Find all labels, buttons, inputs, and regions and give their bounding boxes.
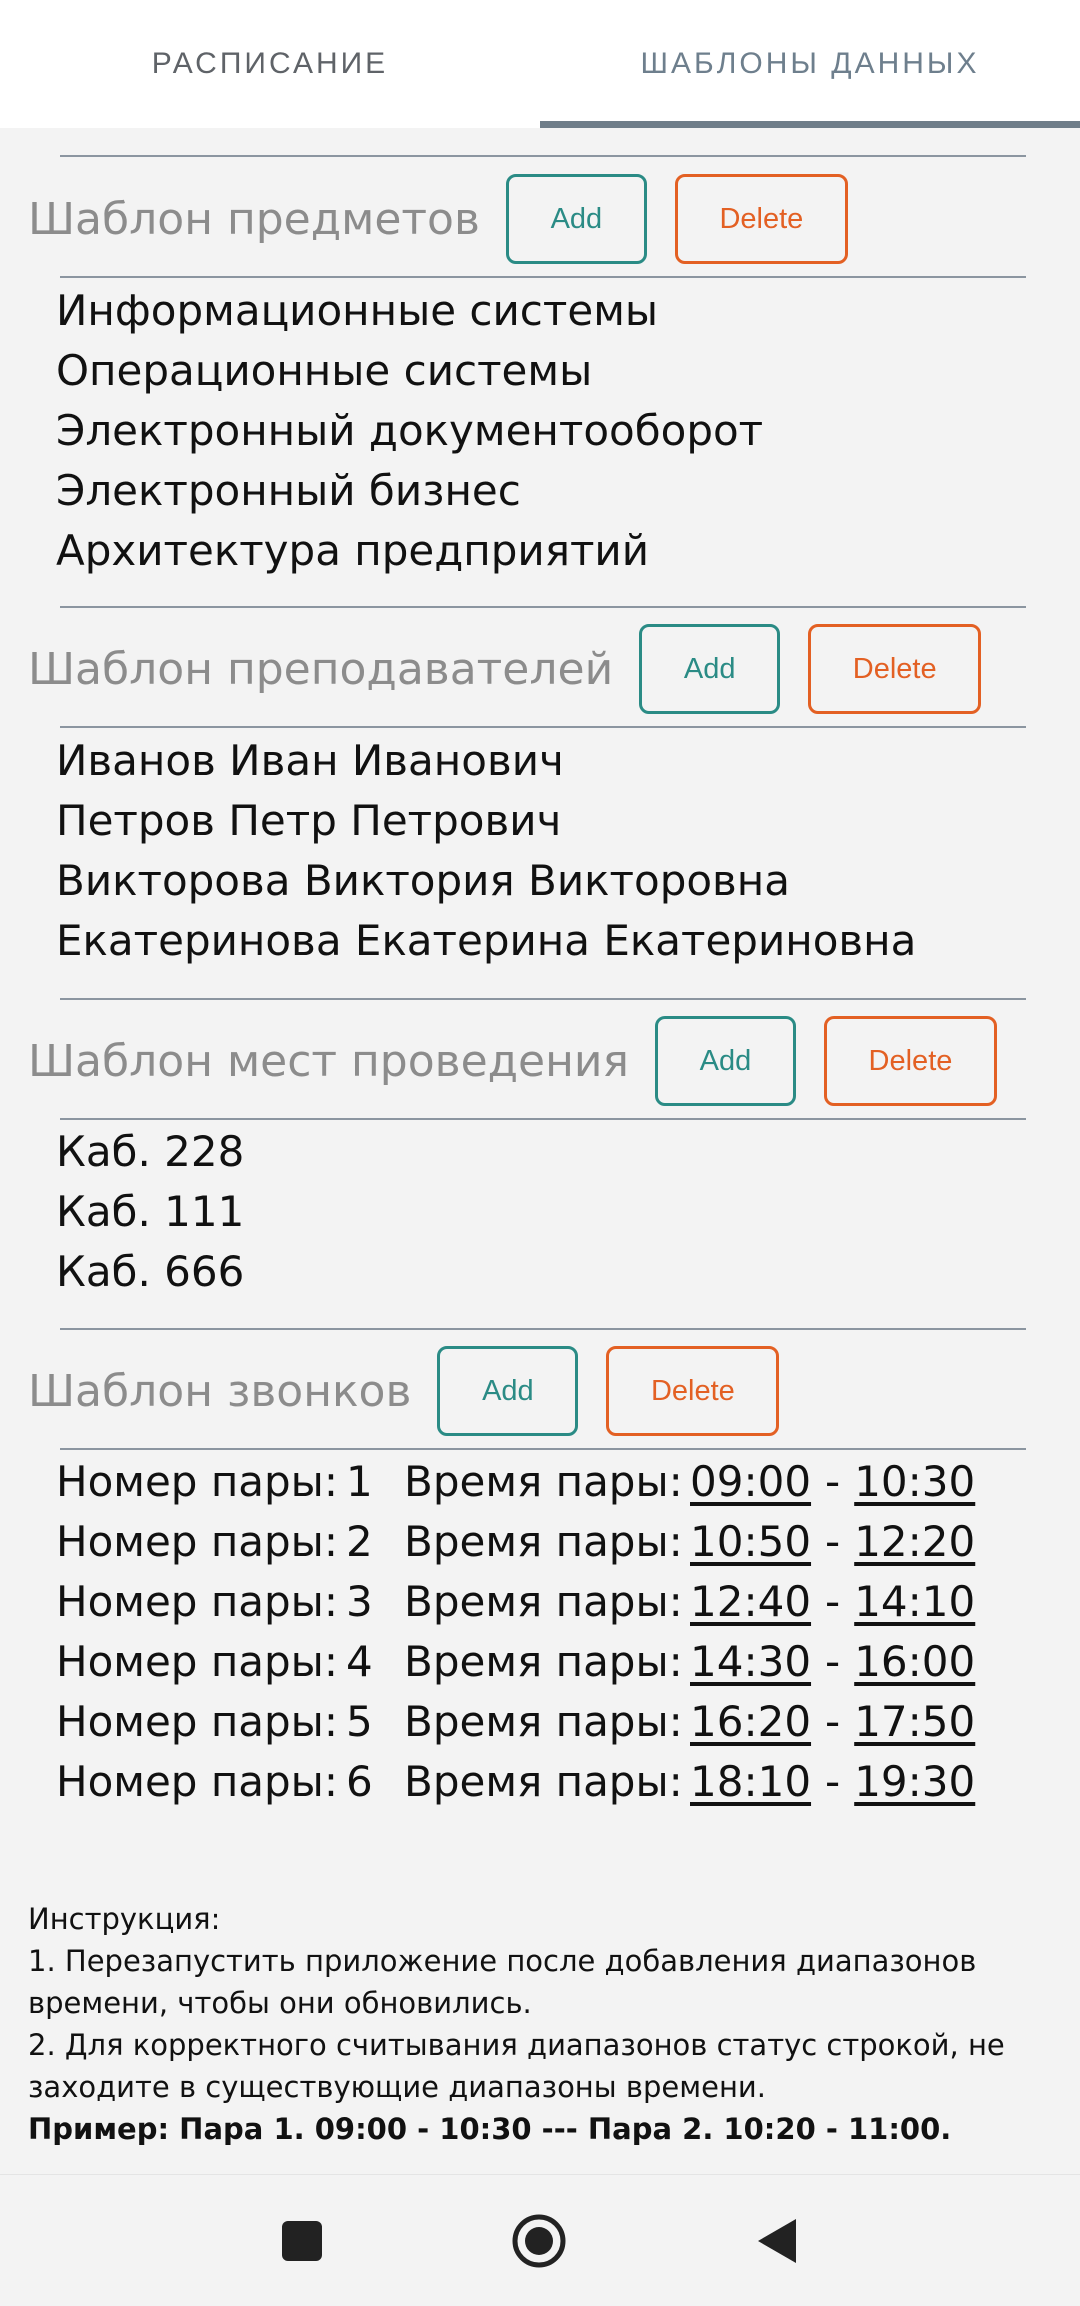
recents-icon[interactable] xyxy=(280,2219,324,2267)
pair-number: 2 xyxy=(346,1517,373,1566)
bell-row: Номер пары: 2 Время пары: 10:50 - 12:20 xyxy=(56,1512,975,1572)
divider xyxy=(60,1118,1026,1120)
end-time[interactable]: 10:30 xyxy=(854,1452,975,1512)
list-item[interactable]: Архитектура предприятий xyxy=(56,521,763,581)
places-delete-button[interactable]: Delete xyxy=(823,1016,997,1106)
list-item[interactable]: Викторова Виктория Викторовна xyxy=(56,851,916,911)
divider xyxy=(60,1448,1026,1450)
end-time[interactable]: 12:20 xyxy=(854,1512,975,1572)
instructions-example: Пример: Пара 1. 09:00 - 10:30 --- Пара 2… xyxy=(28,2112,952,2146)
pair-number-label: Номер пары: xyxy=(56,1757,338,1806)
list-item[interactable]: Операционные системы xyxy=(56,341,763,401)
end-time[interactable]: 17:50 xyxy=(854,1692,975,1752)
pair-time-label: Время пары: xyxy=(404,1637,683,1686)
bell-row: Номер пары: 6 Время пары: 18:10 - 19:30 xyxy=(56,1752,975,1812)
places-list: Каб. 228 Каб. 111 Каб. 666 xyxy=(56,1122,244,1302)
tab-bar: РАСПИСАНИЕ ШАБЛОНЫ ДАННЫХ xyxy=(0,0,1080,128)
divider xyxy=(60,276,1026,278)
places-header: Шаблон мест проведения Add Delete xyxy=(28,1016,1025,1106)
pair-number: 6 xyxy=(346,1757,373,1806)
pair-time-label: Время пары: xyxy=(404,1457,683,1506)
subjects-add-button[interactable]: Add xyxy=(505,174,647,264)
instructions-line: 1. Перезапустить приложение после добавл… xyxy=(28,1944,977,2020)
time-separator: - xyxy=(825,1757,841,1806)
pair-number-label: Номер пары: xyxy=(56,1697,338,1746)
divider xyxy=(60,726,1026,728)
bell-row: Номер пары: 4 Время пары: 14:30 - 16:00 xyxy=(56,1632,975,1692)
pair-time-label: Время пары: xyxy=(404,1757,683,1806)
divider xyxy=(60,606,1026,608)
pair-number: 5 xyxy=(346,1697,373,1746)
pair-number-label: Номер пары: xyxy=(56,1577,338,1626)
subjects-header: Шаблон предметов Add Delete xyxy=(28,174,876,264)
subjects-title: Шаблон предметов xyxy=(28,193,480,245)
start-time[interactable]: 09:00 xyxy=(690,1452,811,1512)
pair-number-label: Номер пары: xyxy=(56,1517,338,1566)
instructions-line: 2. Для корректного считывания диапазонов… xyxy=(28,2028,1005,2104)
back-icon[interactable] xyxy=(756,2217,798,2269)
bell-row: Номер пары: 5 Время пары: 16:20 - 17:50 xyxy=(56,1692,975,1752)
list-item[interactable]: Электронный бизнес xyxy=(56,461,763,521)
tab-data-templates[interactable]: ШАБЛОНЫ ДАННЫХ xyxy=(540,0,1080,128)
bells-list: Номер пары: 1 Время пары: 09:00 - 10:30 … xyxy=(56,1452,975,1812)
time-separator: - xyxy=(825,1577,841,1626)
list-item[interactable]: Екатеринова Екатерина Екатериновна xyxy=(56,911,916,971)
system-nav-bar xyxy=(0,2174,1080,2306)
list-item[interactable]: Электронный документооборот xyxy=(56,401,763,461)
start-time[interactable]: 10:50 xyxy=(690,1512,811,1572)
start-time[interactable]: 12:40 xyxy=(690,1572,811,1632)
places-add-button[interactable]: Add xyxy=(654,1016,796,1106)
pair-number-label: Номер пары: xyxy=(56,1637,338,1686)
subjects-list: Информационные системы Операционные сист… xyxy=(56,281,763,581)
teachers-title: Шаблон преподавателей xyxy=(28,643,614,695)
pair-number: 4 xyxy=(346,1637,373,1686)
list-item[interactable]: Каб. 111 xyxy=(56,1182,244,1242)
bell-row: Номер пары: 1 Время пары: 09:00 - 10:30 xyxy=(56,1452,975,1512)
bells-add-button[interactable]: Add xyxy=(437,1346,579,1436)
teachers-delete-button[interactable]: Delete xyxy=(808,624,982,714)
divider xyxy=(60,1328,1026,1330)
list-item[interactable]: Иванов Иван Иванович xyxy=(56,731,916,791)
pair-time-label: Время пары: xyxy=(404,1697,683,1746)
end-time[interactable]: 19:30 xyxy=(854,1752,975,1812)
time-separator: - xyxy=(825,1457,841,1506)
bell-row: Номер пары: 3 Время пары: 12:40 - 14:10 xyxy=(56,1572,975,1632)
pair-number: 1 xyxy=(346,1457,373,1506)
bells-header: Шаблон звонков Add Delete xyxy=(28,1346,807,1436)
bells-delete-button[interactable]: Delete xyxy=(606,1346,780,1436)
home-icon[interactable] xyxy=(511,2213,567,2273)
time-separator: - xyxy=(825,1697,841,1746)
pair-time-label: Время пары: xyxy=(404,1577,683,1626)
start-time[interactable]: 14:30 xyxy=(690,1632,811,1692)
pair-number: 3 xyxy=(346,1577,373,1626)
start-time[interactable]: 16:20 xyxy=(690,1692,811,1752)
teachers-add-button[interactable]: Add xyxy=(639,624,781,714)
instructions-heading: Инструкция: xyxy=(28,1902,221,1936)
subjects-delete-button[interactable]: Delete xyxy=(674,174,848,264)
teachers-header: Шаблон преподавателей Add Delete xyxy=(28,624,1009,714)
divider xyxy=(60,998,1026,1000)
list-item[interactable]: Информационные системы xyxy=(56,281,763,341)
places-title: Шаблон мест проведения xyxy=(28,1035,629,1087)
time-separator: - xyxy=(825,1517,841,1566)
bells-title: Шаблон звонков xyxy=(28,1365,412,1417)
list-item[interactable]: Каб. 666 xyxy=(56,1242,244,1302)
pair-time-label: Время пары: xyxy=(404,1517,683,1566)
time-separator: - xyxy=(825,1637,841,1686)
list-item[interactable]: Каб. 228 xyxy=(56,1122,244,1182)
list-item[interactable]: Петров Петр Петрович xyxy=(56,791,916,851)
pair-number-label: Номер пары: xyxy=(56,1457,338,1506)
teachers-list: Иванов Иван Иванович Петров Петр Петрови… xyxy=(56,731,916,971)
end-time[interactable]: 16:00 xyxy=(854,1632,975,1692)
divider xyxy=(60,155,1026,157)
tab-schedule[interactable]: РАСПИСАНИЕ xyxy=(0,0,540,128)
end-time[interactable]: 14:10 xyxy=(854,1572,975,1632)
instructions: Инструкция: 1. Перезапустить приложение … xyxy=(28,1898,1058,2150)
start-time[interactable]: 18:10 xyxy=(690,1752,811,1812)
